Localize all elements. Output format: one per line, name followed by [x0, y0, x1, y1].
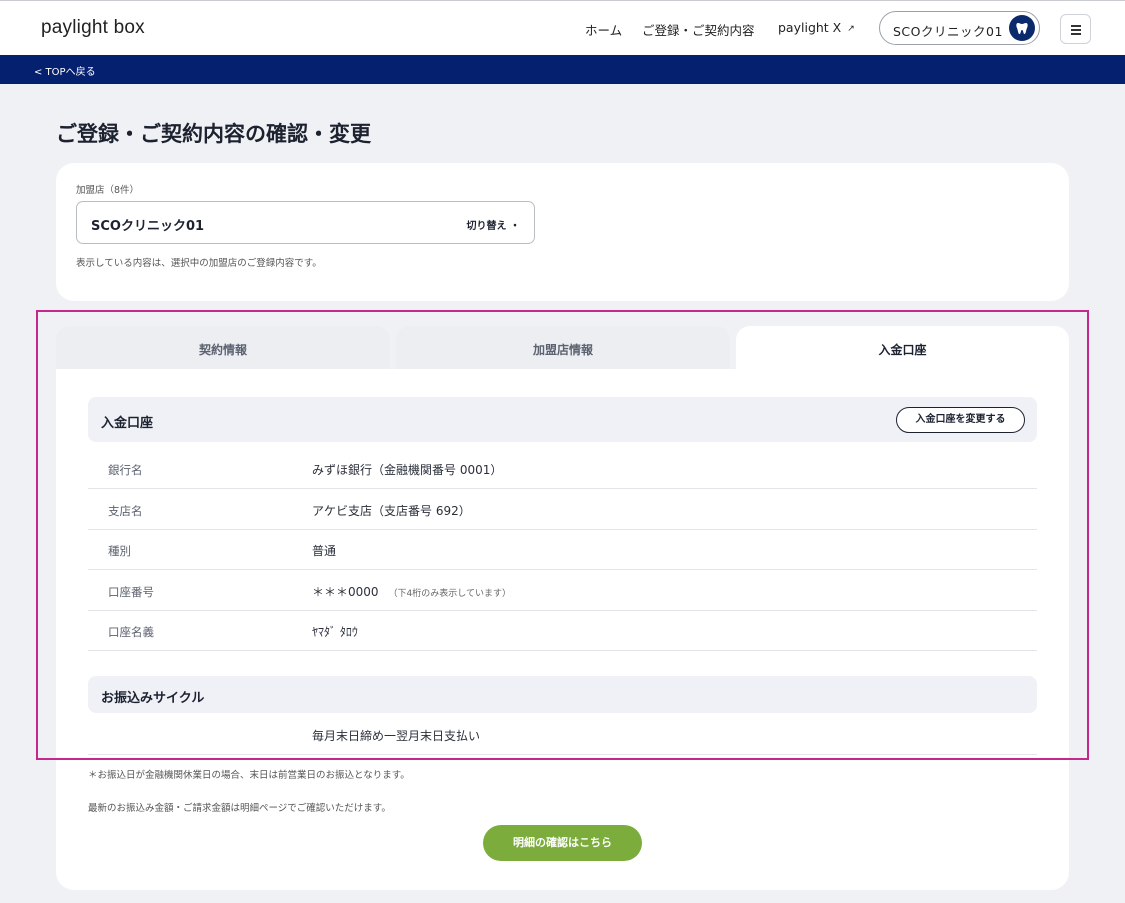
store-note: 表示している内容は、選択中の加盟店のご登録内容です。 — [76, 258, 322, 269]
tab-store-label: 加盟店情報 — [532, 343, 593, 357]
nav-contract-link[interactable]: ご登録・ご契約内容 — [642, 20, 755, 39]
page-title: ご登録・ご契約内容の確認・変更 — [56, 122, 371, 146]
cycle-section-header: お振込みサイクル — [88, 676, 1037, 713]
row-label: 種別 — [108, 544, 131, 558]
tab-account-label: 入金口座 — [878, 343, 927, 357]
back-to-top-link[interactable]: < TOPへ戻る — [34, 63, 96, 78]
account-row-branch: 支店名 アケビ支店（支店番号 692） — [88, 489, 1037, 530]
store-switch-button[interactable]: 切り替え ・ — [467, 217, 520, 232]
account-section-title: 入金口座 — [101, 416, 154, 431]
row-label: 口座番号 — [108, 585, 154, 599]
external-link-icon: ↗ — [847, 24, 855, 34]
app-header: paylight box ホーム ご登録・ご契約内容 paylight X ↗ S… — [0, 0, 1125, 55]
row-value: みずほ銀行（金融機関番号 0001） — [312, 463, 503, 477]
selected-store: SCOクリニック01 — [91, 219, 205, 234]
account-row-holder: 口座名義 ﾔﾏﾀﾞ ﾀﾛｳ — [88, 610, 1037, 651]
change-account-button[interactable]: 入金口座を変更する — [896, 407, 1025, 433]
nav-home-link[interactable]: ホーム — [585, 20, 622, 39]
row-value: アケビ支店（支店番号 692） — [312, 504, 471, 518]
tab-deposit-account[interactable]: 入金口座 — [736, 326, 1069, 369]
account-row-number: 口座番号 ＊＊＊0000 （下4桁のみ表示しています） — [88, 570, 1037, 611]
nav-paylight-x-label: paylight X — [778, 20, 842, 35]
account-section-header: 入金口座 入金口座を変更する — [88, 397, 1037, 442]
tab-store-info[interactable]: 加盟店情報 — [396, 326, 730, 369]
account-number-note: （下4桁のみ表示しています） — [388, 589, 512, 599]
holiday-note: ＊お振込日が金融機関休業日の場合、末日は前営業日のお振込となります。 — [88, 770, 410, 781]
paylight-box-logo[interactable]: paylight box — [41, 17, 145, 39]
store-card: 加盟店（8件） SCOクリニック01 切り替え ・ 表示している内容は、選択中の… — [56, 163, 1069, 301]
user-name-label: SCOクリニック01 — [893, 24, 1003, 39]
hamburger-menu-icon[interactable] — [1060, 14, 1091, 44]
tab-contract-label: 契約情報 — [198, 343, 247, 357]
store-select[interactable]: SCOクリニック01 切り替え ・ — [76, 201, 535, 244]
row-label: 口座名義 — [108, 625, 154, 639]
account-number-value: ＊＊＊0000 — [312, 585, 379, 599]
row-value: ﾔﾏﾀﾞ ﾀﾛｳ — [312, 625, 358, 639]
tab-contract-info[interactable]: 契約情報 — [56, 326, 390, 369]
cycle-section-title: お振込みサイクル — [101, 691, 205, 706]
cycle-row: 毎月末日締め一翌月末日支払い — [88, 714, 1037, 755]
statement-note: 最新のお振込み金額・ご請求金額は明細ページでご確認いただけます。 — [88, 803, 391, 814]
back-bar: < TOPへ戻る — [0, 55, 1125, 84]
row-value: 普通 — [312, 544, 337, 558]
store-caption: 加盟店（8件） — [76, 185, 140, 196]
account-row-type: 種別 普通 — [88, 529, 1037, 570]
row-value-group: ＊＊＊0000 （下4桁のみ表示しています） — [312, 583, 511, 600]
nav-paylight-x-link[interactable]: paylight X ↗ — [778, 20, 855, 35]
account-panel: 入金口座 入金口座を変更する 銀行名 みずほ銀行（金融機関番号 0001） 支店… — [56, 369, 1069, 890]
row-label: 銀行名 — [108, 463, 143, 477]
row-label: 支店名 — [108, 504, 143, 518]
user-account-button[interactable]: SCOクリニック01 — [879, 11, 1040, 45]
account-row-bank: 銀行名 みずほ銀行（金融機関番号 0001） — [88, 448, 1037, 489]
cycle-value: 毎月末日締め一翌月末日支払い — [312, 729, 481, 743]
tooth-avatar-icon — [1009, 15, 1035, 41]
view-statement-button[interactable]: 明細の確認はこちら — [483, 825, 642, 861]
